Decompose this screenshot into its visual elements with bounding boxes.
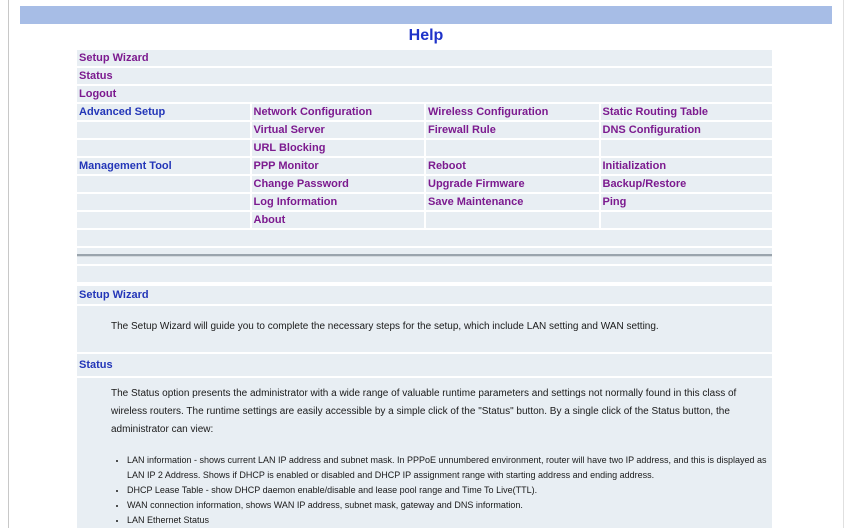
section-body-setup-wizard: The Setup Wizard will guide you to compl… <box>77 306 772 352</box>
nav-cell-empty <box>77 194 252 210</box>
nav-row <box>77 230 772 246</box>
page-title: Help <box>408 27 444 44</box>
divider <box>77 254 772 257</box>
nav-cell-empty <box>77 230 770 246</box>
nav-cell-empty <box>77 140 252 156</box>
nav-cell-empty <box>77 212 252 228</box>
nav-link-virtual-server[interactable]: Virtual Server <box>252 122 426 138</box>
nav-cell-empty <box>77 122 252 138</box>
section-body-status: The Status option presents the administr… <box>77 378 772 528</box>
nav-link-upgrade-firmware[interactable]: Upgrade Firmware <box>426 176 601 192</box>
nav-row: Change Password Upgrade Firmware Backup/… <box>77 176 772 192</box>
nav-cell-empty <box>77 176 252 192</box>
nav-row: Logout <box>77 86 772 102</box>
nav-link-reboot[interactable]: Reboot <box>426 158 601 174</box>
status-bullet-lan-ethernet: LAN Ethernet Status <box>127 513 772 528</box>
nav-link-firewall-rule[interactable]: Firewall Rule <box>426 122 601 138</box>
nav-link-about[interactable]: About <box>252 212 426 228</box>
nav-row: Status <box>77 68 772 84</box>
section-title-status: Status <box>79 359 113 371</box>
nav-link-log-information[interactable]: Log Information <box>252 194 426 210</box>
nav-cell-empty <box>601 140 773 156</box>
nav-link-change-password[interactable]: Change Password <box>252 176 426 192</box>
nav-link-initialization[interactable]: Initialization <box>601 158 773 174</box>
nav-link-logout[interactable]: Logout <box>77 86 770 102</box>
nav-link-status[interactable]: Status <box>77 68 770 84</box>
nav-link-setup-wizard[interactable]: Setup Wizard <box>77 50 770 66</box>
nav-link-backup-restore[interactable]: Backup/Restore <box>601 176 773 192</box>
status-bullet-wan-connection: WAN connection information, shows WAN IP… <box>127 498 772 513</box>
nav-row: About <box>77 212 772 228</box>
nav-row: Management Tool PPP Monitor Reboot Initi… <box>77 158 772 174</box>
nav-row: Advanced Setup Network Configuration Wir… <box>77 104 772 120</box>
setup-wizard-description: The Setup Wizard will guide you to compl… <box>111 321 659 332</box>
nav-link-ping[interactable]: Ping <box>601 194 773 210</box>
nav-cell-empty <box>601 212 773 228</box>
status-bullet-dhcp-lease-table: DHCP Lease Table - show DHCP daemon enab… <box>127 483 772 498</box>
nav-cell-empty <box>426 140 601 156</box>
nav-link-ppp-monitor[interactable]: PPP Monitor <box>252 158 426 174</box>
window-border-left <box>8 0 9 528</box>
nav-group-advanced-setup: Advanced Setup <box>77 104 252 120</box>
nav-row: Virtual Server Firewall Rule DNS Configu… <box>77 122 772 138</box>
status-bullet-list: LAN information - shows current LAN IP a… <box>77 453 772 528</box>
section-title-setup-wizard: Setup Wizard <box>79 289 149 301</box>
nav-row: URL Blocking <box>77 140 772 156</box>
nav-group-management-tool: Management Tool <box>77 158 252 174</box>
nav-table: Setup Wizard Status Logout Advanced Setu… <box>77 50 772 284</box>
nav-cell-empty <box>426 212 601 228</box>
nav-link-network-configuration[interactable]: Network Configuration <box>252 104 426 120</box>
nav-row: Log Information Save Maintenance Ping <box>77 194 772 210</box>
header-bar <box>20 6 832 24</box>
nav-link-static-routing-table[interactable]: Static Routing Table <box>601 104 773 120</box>
section-header-status: Status <box>77 354 772 376</box>
nav-link-wireless-configuration[interactable]: Wireless Configuration <box>426 104 601 120</box>
nav-row: Setup Wizard <box>77 50 772 66</box>
status-description: The Status option presents the administr… <box>111 388 737 435</box>
status-bullet-lan-information: LAN information - shows current LAN IP a… <box>127 453 772 483</box>
spacer-row <box>77 266 772 282</box>
divider-row <box>77 248 772 264</box>
nav-link-save-maintenance[interactable]: Save Maintenance <box>426 194 601 210</box>
nav-link-dns-configuration[interactable]: DNS Configuration <box>601 122 773 138</box>
section-header-setup-wizard: Setup Wizard <box>77 286 772 304</box>
nav-link-url-blocking[interactable]: URL Blocking <box>252 140 426 156</box>
